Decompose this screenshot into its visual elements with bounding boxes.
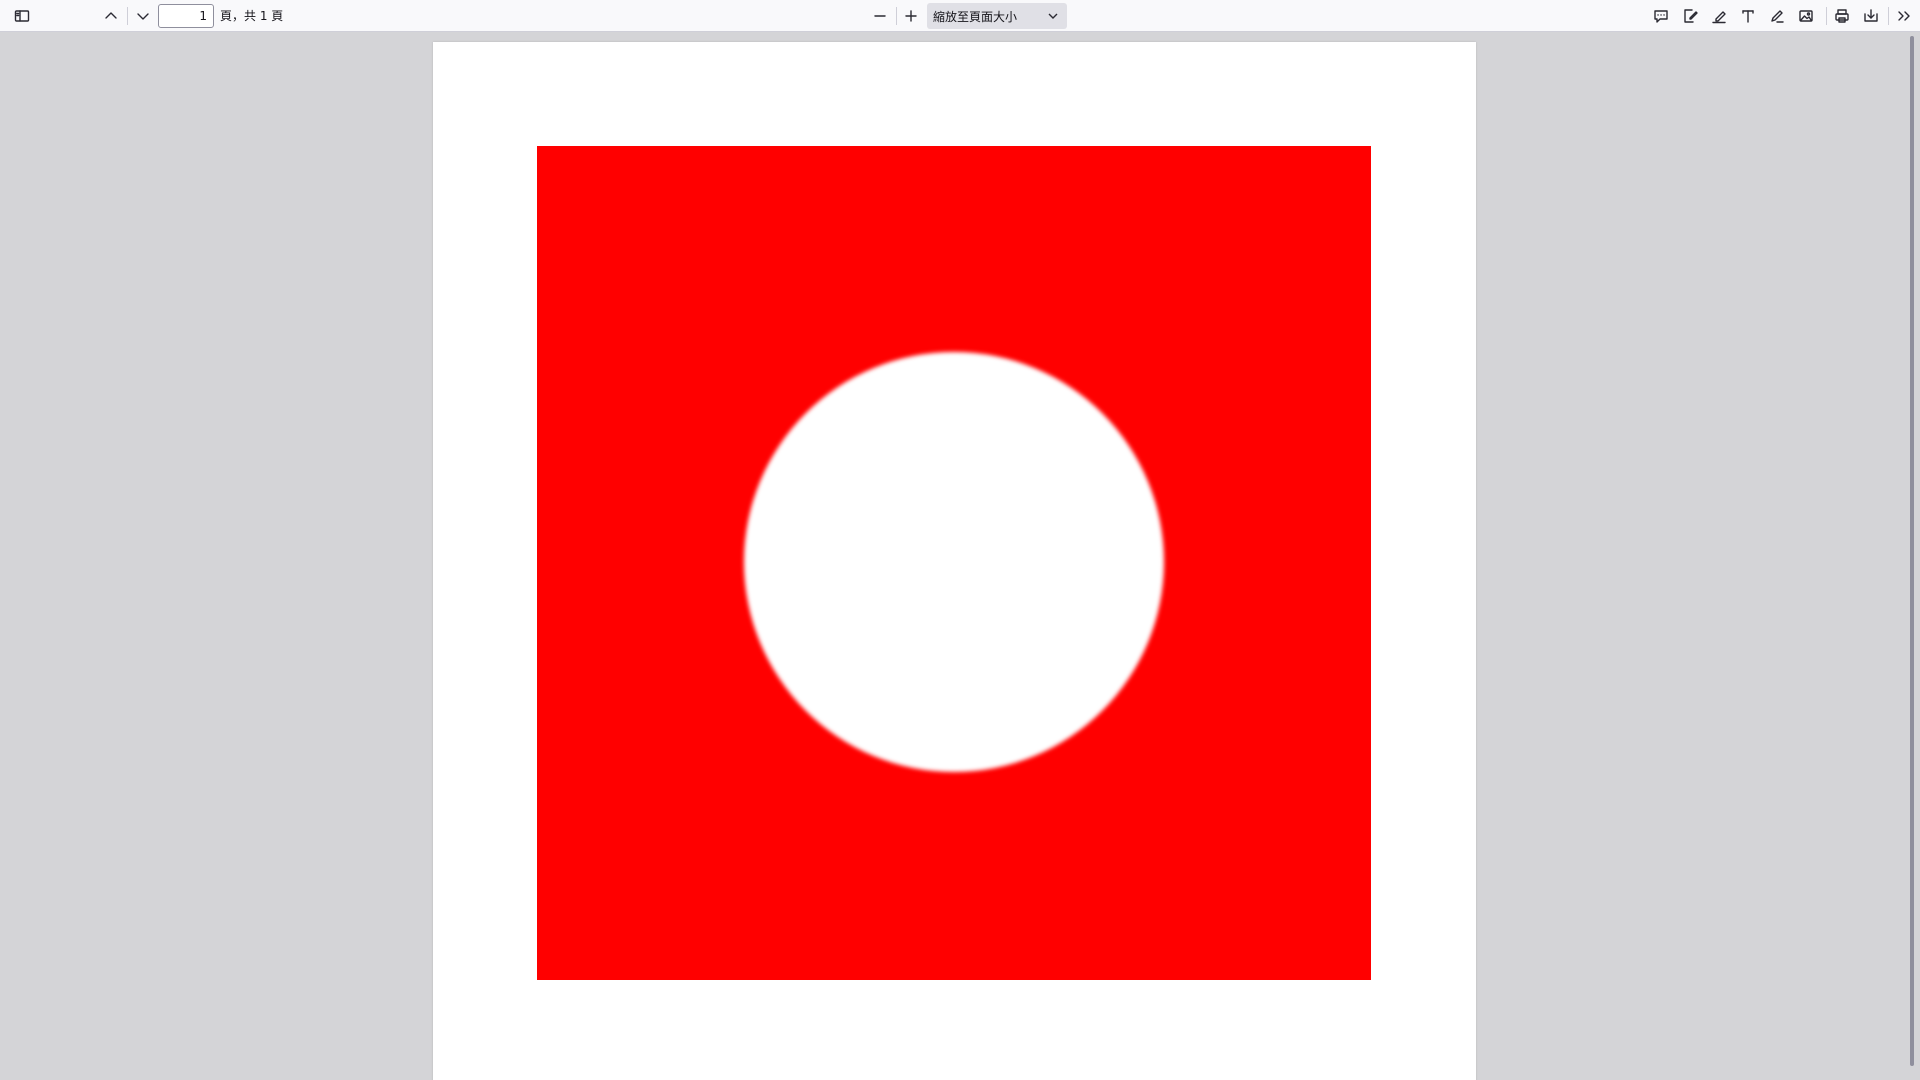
image-icon [1799, 10, 1813, 22]
pdf-toolbar: 頁，共 1 頁 縮放至頁面大小 [0, 0, 1920, 32]
zoom-in-button[interactable] [899, 4, 923, 28]
save-button[interactable] [1859, 4, 1883, 28]
scrollbar-thumb[interactable] [1910, 36, 1914, 1066]
comment-icon [1654, 10, 1668, 23]
toolbar-separator [1826, 7, 1827, 25]
comment-tool-button[interactable] [1649, 4, 1673, 28]
chevron-down-icon [1045, 8, 1061, 24]
plus-icon [905, 10, 917, 22]
minus-icon [874, 15, 886, 17]
toolbar-separator [896, 7, 897, 25]
white-circle-graphic [744, 352, 1164, 772]
document-viewer[interactable] [0, 33, 1920, 1080]
signature-tool-button[interactable] [1678, 4, 1702, 28]
signature-icon [1684, 9, 1698, 23]
next-page-button[interactable] [131, 4, 155, 28]
print-button[interactable] [1830, 4, 1854, 28]
draw-icon [1771, 10, 1784, 23]
toolbar-separator [127, 7, 128, 25]
image-tool-button[interactable] [1794, 4, 1818, 28]
more-tools-button[interactable] [1892, 4, 1916, 28]
save-icon [1864, 9, 1878, 22]
text-icon [1742, 10, 1754, 23]
zoom-select-value: 縮放至頁面大小 [933, 9, 1018, 24]
toolbar-separator [1888, 7, 1889, 25]
page-count-label: 頁，共 1 頁 [220, 9, 284, 23]
zoom-select[interactable]: 縮放至頁面大小 [927, 3, 1067, 29]
vertical-scrollbar[interactable] [1910, 36, 1916, 1076]
previous-page-button[interactable] [99, 4, 123, 28]
print-icon [1835, 9, 1849, 23]
highlight-icon [1712, 11, 1726, 24]
red-square-graphic [537, 146, 1371, 980]
chevron-down-icon [137, 13, 149, 20]
page-number-input[interactable] [158, 4, 214, 28]
text-tool-button[interactable] [1736, 4, 1760, 28]
draw-tool-button[interactable] [1765, 4, 1789, 28]
zoom-out-button[interactable] [868, 4, 892, 28]
sidebar-toggle-icon[interactable] [10, 4, 34, 28]
pdf-page [433, 42, 1476, 1080]
chevron-up-icon [105, 12, 117, 19]
more-tools-icon [1898, 11, 1910, 21]
highlight-tool-button[interactable] [1707, 4, 1731, 28]
